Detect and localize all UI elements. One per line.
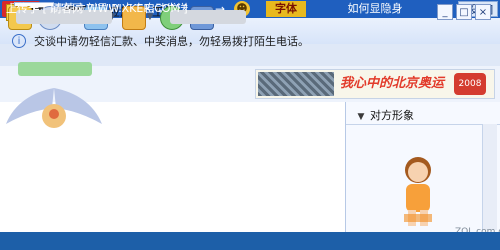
safety-notice: 交谈中请勿轻信汇款、中奖消息，勿轻易拨打陌生电话。: [34, 35, 309, 48]
wings-watermark-icon: [6, 88, 102, 128]
olympic-logo: 2008: [454, 73, 486, 95]
info-icon: i: [12, 34, 26, 48]
banner-text: 我心中的北京奥运: [340, 76, 445, 91]
close-button[interactable]: ×: [475, 4, 491, 20]
upload-credit: 上传于 [ 刷客网 WWW.XKER.COM ]: [6, 2, 188, 15]
profile-panel-title: 对方形象: [370, 109, 414, 122]
avatar: [404, 157, 432, 226]
blurred-message-sender: [18, 62, 92, 76]
profile-scrollbar[interactable]: [482, 124, 497, 230]
stealth-help-link[interactable]: 如何显隐身: [339, 1, 411, 17]
minimize-button[interactable]: _: [437, 4, 453, 20]
collapse-icon[interactable]: ▼: [356, 112, 366, 122]
banner-image: [258, 72, 334, 96]
bottom-upload-bar: [0, 232, 500, 250]
font-button[interactable]: 字体: [266, 1, 306, 17]
ad-banner[interactable]: 我心中的北京奥运 2008: [255, 69, 495, 99]
maximize-button[interactable]: □: [456, 4, 472, 20]
